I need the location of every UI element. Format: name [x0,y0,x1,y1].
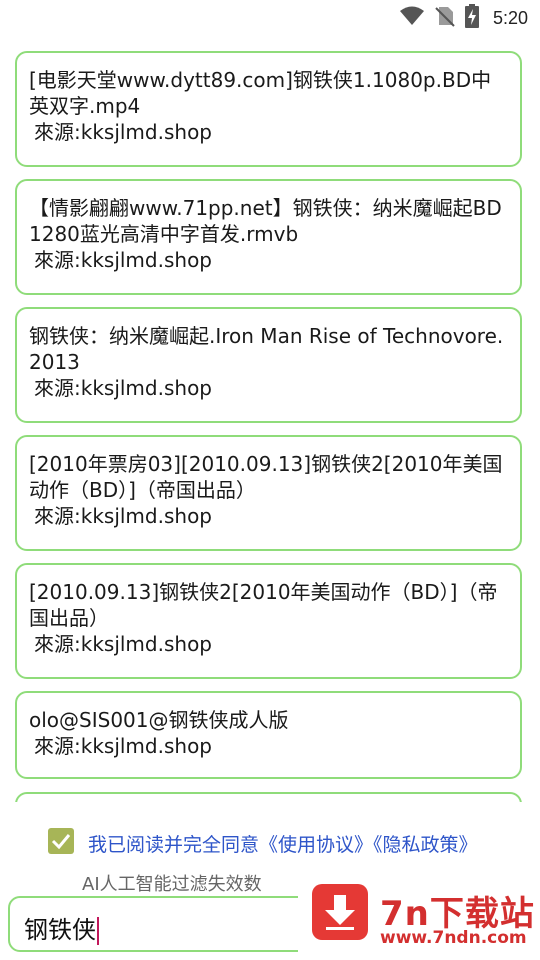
watermark-url: www.7ndn.com [380,928,527,948]
status-time: 5:20 [492,7,528,28]
search-input-text[interactable]: 钢铁侠 [24,910,99,945]
result-source: 來源:kksjlmd.shop [34,734,212,758]
status-icons: 5:20 [399,4,528,32]
no-sim-icon [435,5,455,31]
result-source: 來源:kksjlmd.shop [34,248,212,272]
result-source: 來源:kksjlmd.shop [34,120,212,144]
result-card[interactable]: [电影天堂www.dytt89.com]钢铁侠1.1080p.BD中英双字.mp… [15,51,522,167]
text-caret [97,917,99,945]
agreement-checkbox[interactable] [48,828,74,854]
result-card[interactable]: [2010年票房03][2010.09.13]钢铁侠2[2010年美国动作（BD… [15,435,522,551]
result-card[interactable]: 钢铁侠：纳米魔崛起.Iron Man Rise of Technovore.20… [15,307,522,423]
result-title: [2010年票房03][2010.09.13]钢铁侠2[2010年美国动作（BD… [29,452,503,502]
wifi-icon [399,5,425,31]
results-list[interactable]: [电影天堂www.dytt89.com]钢铁侠1.1080p.BD中英双字.mp… [0,50,540,802]
result-title: olo@SIS001@钢铁侠成人版 [29,708,289,732]
result-title: 【情影翩翩www.71pp.net】钢铁侠：纳米魔崛起BD1280蓝光高清中字首… [29,196,502,246]
result-source: 來源:kksjlmd.shop [34,504,212,528]
result-source: 來源:kksjlmd.shop [34,376,212,400]
result-card[interactable]: olo@SIS001@钢铁侠成人版 來源:kksjlmd.shop [15,691,522,779]
search-input[interactable]: 钢铁侠 [8,896,318,952]
status-bar: 5:20 [0,0,540,36]
result-title: [2010.09.13]钢铁侠2[2010年美国动作（BD）]（帝国出品） [29,580,498,630]
watermark: 7n下载站 www.7ndn.com [298,866,540,960]
agreement-row: 我已阅读并完全同意《使用协议》《隐私政策》 [0,818,540,864]
download-icon [312,884,368,940]
checkmark-icon [51,834,71,849]
result-card[interactable]: 【情影翩翩www.71pp.net】钢铁侠：纳米魔崛起BD1280蓝光高清中字首… [15,179,522,295]
result-title: [电影天堂www.dytt89.com]钢铁侠1.1080p.BD中英双字.mp… [29,68,492,118]
filter-note: AI人工智能过滤失效数 [82,874,262,895]
battery-charging-icon [464,4,479,32]
result-card[interactable]: [2010.09.13]钢铁侠2[2010年美国动作（BD）]（帝国出品） 來源… [15,563,522,679]
result-card-partial[interactable] [15,792,522,802]
agreement-text[interactable]: 我已阅读并完全同意《使用协议》《隐私政策》 [88,830,478,857]
result-title: 钢铁侠：纳米魔崛起.Iron Man Rise of Technovore.20… [29,324,504,374]
result-source: 來源:kksjlmd.shop [34,632,212,656]
